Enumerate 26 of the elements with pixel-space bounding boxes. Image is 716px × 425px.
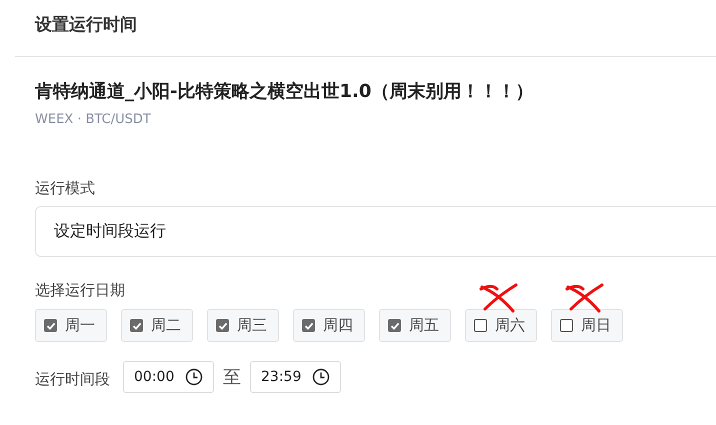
market-label: WEEX · BTC/USDT (35, 112, 152, 127)
checkbox[interactable] (560, 319, 573, 332)
clock-icon (185, 368, 203, 386)
day-checkbox[interactable]: 周日 (551, 309, 623, 342)
clock-icon (312, 368, 330, 386)
field-label: 选择运行日期 (35, 281, 126, 300)
checkbox[interactable] (130, 319, 143, 332)
dialog-title: 设置运行时间 (35, 14, 137, 36)
checkbox[interactable] (474, 319, 487, 332)
checkbox[interactable] (216, 319, 229, 332)
day-checkbox[interactable]: 周四 (293, 309, 365, 342)
checkbox[interactable] (44, 319, 57, 332)
mode-select[interactable]: 设定时间段运行 (35, 206, 716, 257)
time-field[interactable]: 23:59 (250, 361, 341, 393)
day-checkbox[interactable]: 周六 (465, 309, 537, 342)
day-checkbox[interactable]: 周三 (207, 309, 279, 342)
day-checkbox[interactable]: 周五 (379, 309, 451, 342)
time-field[interactable]: 00:00 (123, 361, 214, 393)
day-checkbox[interactable]: 周二 (121, 309, 193, 342)
separator-text: 至 (223, 366, 241, 389)
day-checkbox[interactable]: 周一 (35, 309, 107, 342)
checkbox[interactable] (388, 319, 401, 332)
checkbox[interactable] (302, 319, 315, 332)
strategy-name: 肯特纳通道_小阳-比特策略之横空出世1.0（周末别用！！！） (35, 80, 534, 103)
field-label: 运行时间段 (35, 370, 110, 389)
field-label: 运行模式 (35, 179, 96, 198)
